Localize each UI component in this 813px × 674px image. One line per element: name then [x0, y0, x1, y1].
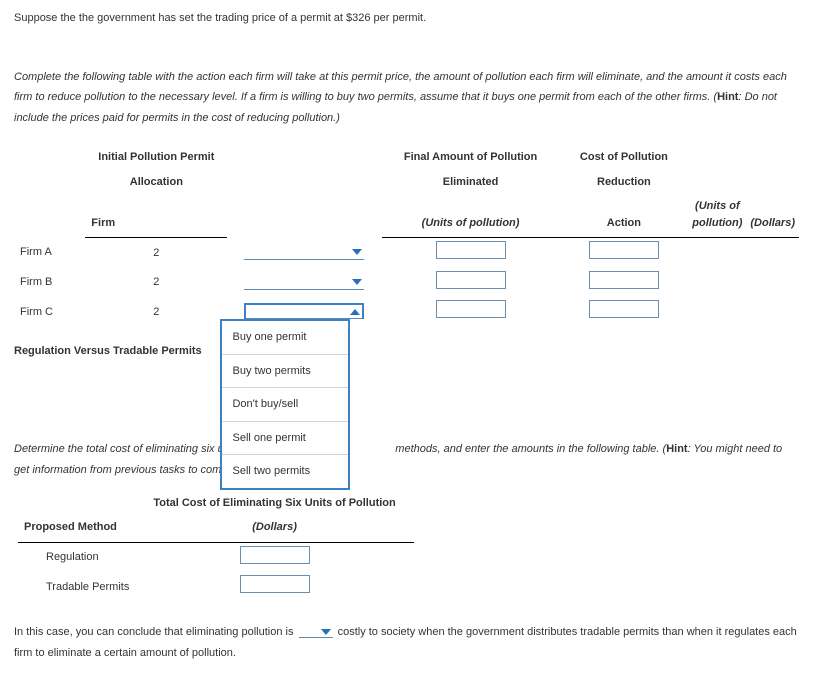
- th-elim-1: Final Amount of Pollution: [382, 147, 560, 172]
- alloc-value: 2: [85, 268, 227, 298]
- action-dropdown[interactable]: [244, 246, 364, 260]
- th-alloc-2: Allocation: [85, 172, 227, 197]
- chevron-down-icon: [352, 279, 362, 285]
- th-cost-2: Reduction: [560, 172, 689, 197]
- eliminated-input[interactable]: [436, 271, 506, 289]
- action-dropdown[interactable]: [244, 276, 364, 290]
- chevron-up-icon: [350, 309, 360, 315]
- th-cost-3: (Dollars): [746, 196, 799, 238]
- chevron-down-icon: [352, 249, 362, 255]
- table-row: Regulation: [18, 542, 414, 572]
- method-label: Regulation: [18, 542, 147, 572]
- cost-table: Total Cost of Eliminating Six Units of P…: [18, 493, 414, 602]
- cost-input[interactable]: [589, 241, 659, 259]
- th-dollars: (Dollars): [147, 517, 413, 542]
- th-elim-3: (Units of pollution): [688, 196, 746, 238]
- firm-label: Firm A: [14, 238, 85, 268]
- conclusion-a: In this case, you can conclude that elim…: [14, 626, 293, 638]
- th-elim-2: Eliminated: [382, 172, 560, 197]
- th-action: Action: [560, 196, 689, 238]
- cost-title: Total Cost of Eliminating Six Units of P…: [147, 493, 413, 518]
- hint-label: Hint: [666, 443, 687, 455]
- dropdown-option[interactable]: Sell one permit: [222, 421, 348, 455]
- intro-text: Suppose the the government has set the t…: [14, 10, 799, 27]
- cost-instructions: Determine the total cost of eliminating …: [14, 439, 799, 481]
- firm-action-table: Initial Pollution Permit Final Amount of…: [14, 147, 799, 327]
- table-row: Firm B 2: [14, 268, 799, 298]
- table-row: Tradable Permits: [18, 572, 414, 602]
- alloc-value: 2: [85, 297, 227, 327]
- firm-label: Firm B: [14, 268, 85, 298]
- eliminated-input[interactable]: [436, 300, 506, 318]
- chevron-down-icon: [321, 629, 331, 635]
- dropdown-option[interactable]: Don't buy/sell: [222, 387, 348, 421]
- table-row: Firm C 2 Buy one permit Buy two permits …: [14, 297, 799, 327]
- th-alloc-3: (Units of pollution): [382, 196, 560, 238]
- total-cost-input[interactable]: [240, 575, 310, 593]
- th-alloc-1: Initial Pollution Permit: [85, 147, 227, 172]
- hint-label: Hint: [717, 91, 738, 103]
- cost-input[interactable]: [589, 271, 659, 289]
- section-title: Regulation Versus Tradable Permits: [14, 343, 799, 360]
- dropdown-option[interactable]: Buy one permit: [222, 321, 348, 354]
- dropdown-option[interactable]: Buy two permits: [222, 354, 348, 388]
- alloc-value: 2: [85, 238, 227, 268]
- para2-b: methods, and enter the amounts in the fo…: [395, 443, 666, 455]
- conclusion-text: In this case, you can conclude that elim…: [14, 622, 799, 664]
- dropdown-menu: Buy one permit Buy two permits Don't buy…: [220, 319, 350, 490]
- th-cost-1: Cost of Pollution: [560, 147, 689, 172]
- total-cost-input[interactable]: [240, 546, 310, 564]
- table-row: Firm A 2: [14, 238, 799, 268]
- th-method: Proposed Method: [18, 517, 147, 542]
- cost-input[interactable]: [589, 300, 659, 318]
- dropdown-option[interactable]: Sell two permits: [222, 454, 348, 488]
- firm-label: Firm C: [14, 297, 85, 327]
- instr-part1: Complete the following table with the ac…: [14, 71, 787, 104]
- instructions-text: Complete the following table with the ac…: [14, 67, 799, 130]
- th-firm: Firm: [85, 196, 227, 238]
- method-label: Tradable Permits: [18, 572, 147, 602]
- conclusion-dropdown[interactable]: [299, 626, 333, 638]
- eliminated-input[interactable]: [436, 241, 506, 259]
- action-dropdown-open[interactable]: [244, 303, 364, 319]
